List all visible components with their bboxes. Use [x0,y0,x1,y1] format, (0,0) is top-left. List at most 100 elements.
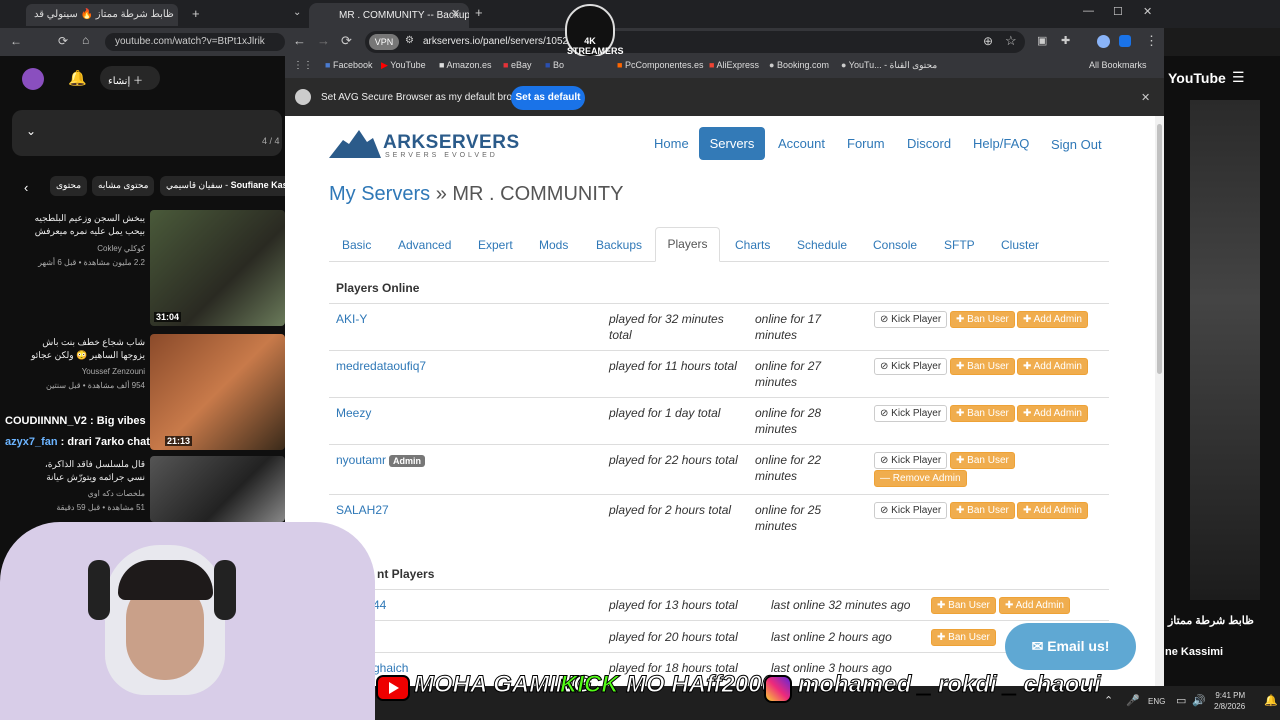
chip-2[interactable]: سفيان قاسيمي - Soufiane Kass [160,176,299,196]
mic-icon[interactable]: 🎤 [1126,694,1140,707]
shield-icon[interactable] [1119,35,1131,47]
add-admin-button[interactable]: ✚ Add Admin [1017,502,1088,519]
video-thumbnail-1[interactable] [150,334,285,450]
video-thumbnail-0[interactable] [150,210,285,326]
kebab-menu-icon[interactable]: ⋮ [1145,33,1158,49]
nav-servers[interactable]: Servers [699,127,765,160]
url-text[interactable]: arkservers.io/panel/servers/10527 [423,36,574,47]
apps-icon[interactable]: ⋮⋮ [293,60,313,71]
tab-sftp[interactable]: SFTP [944,238,975,252]
background-url[interactable]: youtube.com/watch?v=BtPt1xJlrik [105,33,285,51]
clock[interactable]: 9:41 PM 2/8/2026 [1214,690,1245,712]
remove-admin-button[interactable]: — Remove Admin [874,470,967,487]
ban-user-button[interactable]: ✚ Ban User [950,405,1015,422]
player-name[interactable]: SALAH27 [336,503,389,517]
scrollbar-thumb[interactable] [1157,124,1162,374]
nav-help[interactable]: Help/FAQ [973,136,1029,151]
ban-user-button[interactable]: ✚ Ban User [950,311,1015,328]
all-bookmarks[interactable]: All Bookmarks [1089,60,1147,70]
tab-players[interactable]: Players [655,227,720,262]
video-thumbnail-2[interactable] [150,456,285,522]
reload-icon[interactable]: ⟳ [341,33,352,49]
nav-forum[interactable]: Forum [847,136,885,151]
nav-home[interactable]: Home [654,136,689,151]
active-tab[interactable]: MR . COMMUNITY -- Backups | [309,3,469,28]
tab-basic[interactable]: Basic [342,238,371,252]
zoom-icon[interactable]: ⊕ [983,34,993,48]
kick-player-button[interactable]: ⊘ Kick Player [874,311,948,328]
bookmark-youtube[interactable]: ▶ YouTube [381,60,426,71]
minimize-icon[interactable]: — [1083,5,1094,17]
player-name[interactable]: Meezy [336,406,371,420]
ban-user-button[interactable]: ✚ Ban User [950,358,1015,375]
bookmark-star-icon[interactable]: ☆ [1005,33,1017,49]
kick-player-button[interactable]: ⊘ Kick Player [874,502,948,519]
tab-advanced[interactable]: Advanced [398,238,451,252]
notification-icon[interactable]: 🔔 [1264,694,1278,707]
recent-player-name[interactable]: ghaich [373,661,408,675]
tab-console[interactable]: Console [873,238,917,252]
new-tab-icon[interactable]: + [192,6,200,21]
kick-player-button[interactable]: ⊘ Kick Player [874,405,948,422]
tray-chevron-icon[interactable]: ⌃ [1104,694,1113,707]
bookmark-pccomponentes[interactable]: ■ PcComponentes.es [617,60,704,70]
forward-icon[interactable]: → [317,33,330,48]
player-name[interactable]: AKI-Y [336,312,367,326]
player-name[interactable]: nyoutamr Admin [336,453,426,467]
video-channel-2[interactable]: ملخصات دكه اوي [30,489,145,498]
nav-sign-out[interactable]: Sign Out [1051,137,1102,152]
ban-user-button[interactable]: ✚ Ban User [931,629,996,646]
recent-player-name[interactable]: 44 [373,598,386,612]
bell-icon[interactable]: 🔔 [68,69,87,87]
chevron-left-icon[interactable]: ‹ [24,180,28,195]
bookmark-amazon[interactable]: ■ Amazon.es [439,60,491,70]
chip-0[interactable]: محتوى [50,176,88,196]
home-icon[interactable]: ⌂ [82,33,89,47]
playlist-panel[interactable] [12,110,282,156]
notice-close-icon[interactable]: ✕ [1141,91,1150,104]
video-frame[interactable] [1190,100,1260,600]
player-name[interactable]: medredataoufiq7 [336,359,426,373]
bookmark-aliexpress[interactable]: ■ AliExpress [709,60,759,70]
tab-schedule[interactable]: Schedule [797,238,847,252]
bookmark-booking[interactable]: ■ Bo [545,60,564,70]
add-admin-button[interactable]: ✚ Add Admin [999,597,1070,614]
nav-discord[interactable]: Discord [907,136,951,151]
language-indicator[interactable]: ENG [1148,697,1165,706]
bookmark-booking-com[interactable]: ● Booking.com [769,60,829,70]
ark-logo-icon[interactable] [329,128,381,160]
avatar[interactable] [22,68,44,90]
channel-name[interactable]: ne Kassimi [1165,646,1223,658]
add-admin-button[interactable]: ✚ Add Admin [1017,358,1088,375]
add-admin-button[interactable]: ✚ Add Admin [1017,405,1088,422]
set-default-button[interactable]: Set as default [511,86,585,110]
vpn-badge[interactable]: VPN [369,34,399,50]
tab-backups[interactable]: Backups [596,238,642,252]
background-tab[interactable]: ظابط شرطة ممتاز 🔥 سينولي قد [26,4,178,26]
kick-player-button[interactable]: ⊘ Kick Player [874,452,948,469]
tab-search-icon[interactable]: ⌄ [293,7,301,18]
video-title-1[interactable]: شاب شجاع خطف بنت باش يزوجها الساهير 😳 ول… [30,336,145,364]
email-us-button[interactable]: ✉ Email us! [1005,623,1136,670]
menu-icon[interactable]: ☰ [1232,69,1245,86]
nav-account[interactable]: Account [778,136,825,151]
tab-cluster[interactable]: Cluster [1001,238,1039,252]
video-channel-0[interactable]: كوكلي Cokley [30,244,145,253]
extension-icon[interactable]: ▣ [1037,34,1047,47]
youtube-logo[interactable]: YouTube [1168,70,1226,86]
ban-user-button[interactable]: ✚ Ban User [931,597,996,614]
reload-icon[interactable]: ⟳ [58,34,68,48]
window-close-icon[interactable]: ✕ [1143,5,1152,18]
video-title-2[interactable]: قال ملسلسل فاقد الذاكرة، نسي جرائمه ويتو… [30,458,145,486]
bookmark-youtube-channel[interactable]: ● YouTu... - محتوى القناة [841,60,937,71]
tab-close-icon[interactable]: ✕ [451,7,460,20]
bookmark-ebay[interactable]: ■ eBay [503,60,531,70]
ban-user-button[interactable]: ✚ Ban User [950,502,1015,519]
ark-logo-text[interactable]: ARKSERVERS [383,132,520,154]
add-admin-button[interactable]: ✚ Add Admin [1017,311,1088,328]
maximize-icon[interactable]: ☐ [1113,5,1123,18]
tab-charts[interactable]: Charts [735,238,770,252]
ban-user-button[interactable]: ✚ Ban User [950,452,1015,469]
video-channel-1[interactable]: Youssef Zenzouni [30,367,145,376]
video-title-0[interactable]: يبخش السجن وزعيم البلطجيه بيحب يمل عليه … [30,212,145,240]
